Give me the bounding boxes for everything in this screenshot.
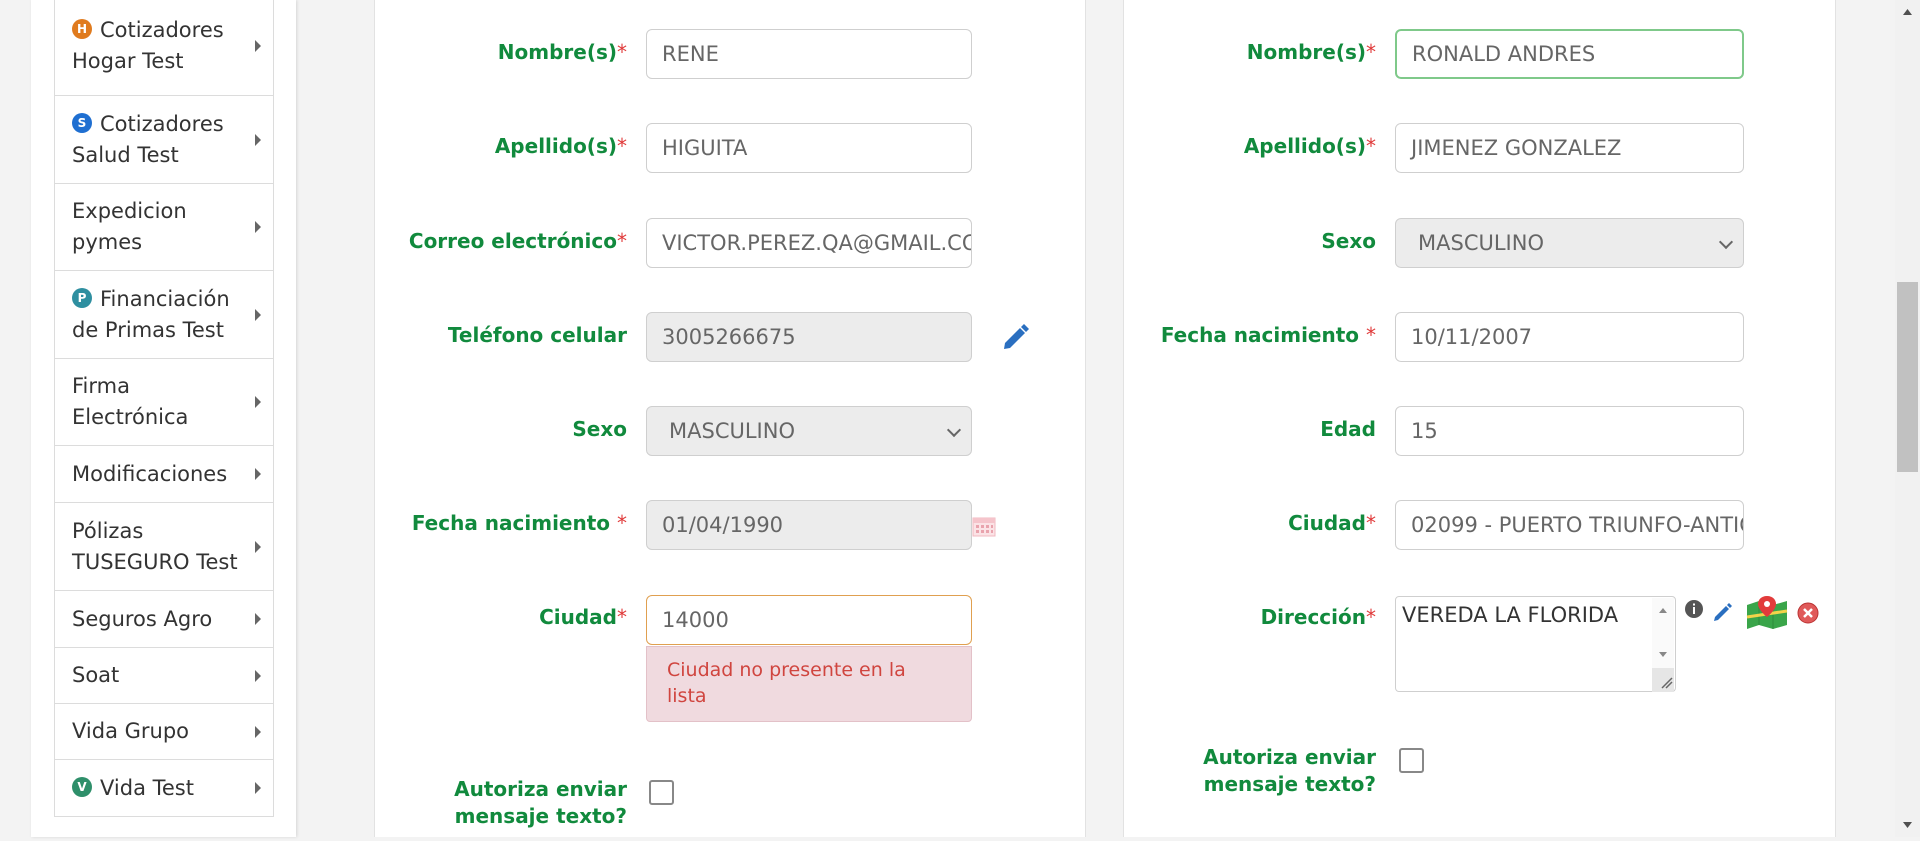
map-location-icon[interactable] (1745, 595, 1789, 629)
autoriza-checkbox[interactable] (649, 780, 674, 805)
textarea-scrollbar[interactable] (1652, 598, 1674, 692)
sidebar-item-financiacion-primas[interactable]: P Financiación de Primas Test (55, 271, 273, 359)
sidebar-item-cotizadores-hogar[interactable]: H Cotizadores Hogar Test (55, 0, 273, 96)
sexo-select: MASCULINO (646, 406, 972, 456)
telefono-label: Teléfono celular (447, 323, 627, 347)
sidebar-item-vida-test[interactable]: V Vida Test (55, 760, 273, 817)
chevron-right-icon (255, 468, 261, 480)
scroll-arrows-icon (1652, 608, 1674, 692)
sidebar-item-label: Vida Grupo (72, 719, 190, 743)
sidebar-item-cotizadores-salud[interactable]: S Cotizadores Salud Test (55, 96, 273, 184)
chevron-right-icon (255, 540, 261, 553)
edad-field[interactable]: 15 (1395, 406, 1744, 456)
sidebar-item-label: Cotizadores Salud Test (72, 111, 224, 167)
sexo-select[interactable]: MASCULINO (1395, 218, 1744, 268)
direccion-textarea[interactable]: VEREDA LA FLORIDA (1395, 596, 1676, 692)
apellido-field[interactable]: HIGUITA (646, 123, 972, 173)
calendar-icon[interactable] (972, 515, 996, 537)
sidebar-item-soat[interactable]: Soat (55, 648, 273, 704)
apellido-label: Apellido(s)* (494, 134, 627, 158)
fecha-field: 01/04/1990 (646, 500, 972, 550)
sidebar-item-firma-electronica[interactable]: Firma Electrónica (55, 359, 273, 446)
sidebar-item-modificaciones[interactable]: Modificaciones (55, 446, 273, 503)
direccion-label: Dirección* (1260, 605, 1376, 629)
fecha-field[interactable]: 10/11/2007 (1395, 312, 1744, 362)
info-icon[interactable] (1684, 599, 1704, 619)
chevron-right-icon (255, 308, 261, 321)
sexo-label: Sexo (1321, 229, 1376, 253)
ciudad-label: Ciudad* (539, 605, 627, 629)
sidebar-item-label: Expedicion pymes (72, 199, 187, 254)
chevron-right-icon (255, 725, 261, 738)
sexo-label: Sexo (572, 417, 627, 441)
chevron-right-icon (255, 613, 261, 625)
ciudad-label: Ciudad* (1288, 511, 1376, 535)
sidebar-item-expedicion-pymes[interactable]: Expedicion pymes (55, 184, 273, 271)
chevron-right-icon (255, 221, 261, 233)
fecha-label: Fecha nacimiento * (1160, 323, 1376, 347)
autoriza-label: Autoriza enviar mensaje texto? (1203, 745, 1376, 796)
vida-icon: V (72, 776, 92, 797)
sidebar-item-label: Pólizas TUSEGURO Test (72, 518, 238, 574)
page-scroll-thumb[interactable] (1897, 282, 1918, 472)
chevron-right-icon (255, 782, 261, 794)
sidebar-item-label: Soat (72, 663, 120, 687)
edad-label: Edad (1320, 417, 1376, 441)
correo-field[interactable]: VICTOR.PEREZ.QA@GMAIL.COM (646, 218, 972, 268)
telefono-field: 3005266675 (646, 312, 972, 362)
sidebar-item-polizas-tuseguro[interactable]: Pólizas TUSEGURO Test (55, 503, 273, 591)
sidebar-item-label: Modificaciones (72, 461, 228, 486)
direccion-value: VEREDA LA FLORIDA (1402, 603, 1619, 627)
nombre-label: Nombre(s)* (1246, 40, 1376, 64)
apellido-label: Apellido(s)* (1243, 134, 1376, 158)
nombre-field[interactable]: RONALD ANDRES (1395, 29, 1744, 79)
edit-pencil-icon[interactable] (1000, 321, 1032, 353)
chevron-right-icon (255, 133, 261, 146)
sidebar-item-label: Vida Test (100, 775, 194, 800)
correo-label: Correo electrónico* (408, 229, 627, 253)
edit-pencil-icon[interactable] (1712, 601, 1734, 623)
ciudad-field[interactable]: 02099 - PUERTO TRIUNFO-ANTIOQUIA (1395, 500, 1744, 550)
chevron-right-icon (255, 669, 261, 682)
close-circle-icon[interactable] (1797, 602, 1819, 624)
chevron-down-icon (1718, 234, 1734, 250)
nombre-field[interactable]: RENE (646, 29, 972, 79)
sidebar-item-label: Seguros Agro (72, 606, 213, 631)
sidebar-item-vida-grupo[interactable]: Vida Grupo (55, 704, 273, 760)
chevron-down-icon (946, 422, 962, 438)
sidebar-item-label: Firma Electrónica (72, 374, 189, 429)
fecha-label: Fecha nacimiento * (411, 511, 627, 535)
sidebar-item-label: Financiación de Primas Test (72, 286, 230, 342)
apellido-field[interactable]: JIMENEZ GONZALEZ (1395, 123, 1744, 173)
hogar-icon: H (72, 18, 92, 39)
salud-icon: S (72, 112, 92, 133)
chevron-right-icon (255, 39, 261, 52)
autoriza-label: Autoriza enviar mensaje texto? (454, 777, 627, 828)
ciudad-field[interactable]: 14000 (646, 595, 972, 645)
sidebar-item-label: Cotizadores Hogar Test (72, 17, 224, 73)
sidebar-menu: H Cotizadores Hogar Test S Cotizadores Sal… (54, 0, 274, 817)
nombre-label: Nombre(s)* (497, 40, 627, 64)
ciudad-error-message: Ciudad no presente en la lista (646, 646, 972, 722)
autoriza-checkbox[interactable] (1399, 748, 1424, 773)
chevron-right-icon (255, 396, 261, 408)
primas-icon: P (72, 287, 92, 308)
sidebar-item-seguros-agro[interactable]: Seguros Agro (55, 591, 273, 648)
